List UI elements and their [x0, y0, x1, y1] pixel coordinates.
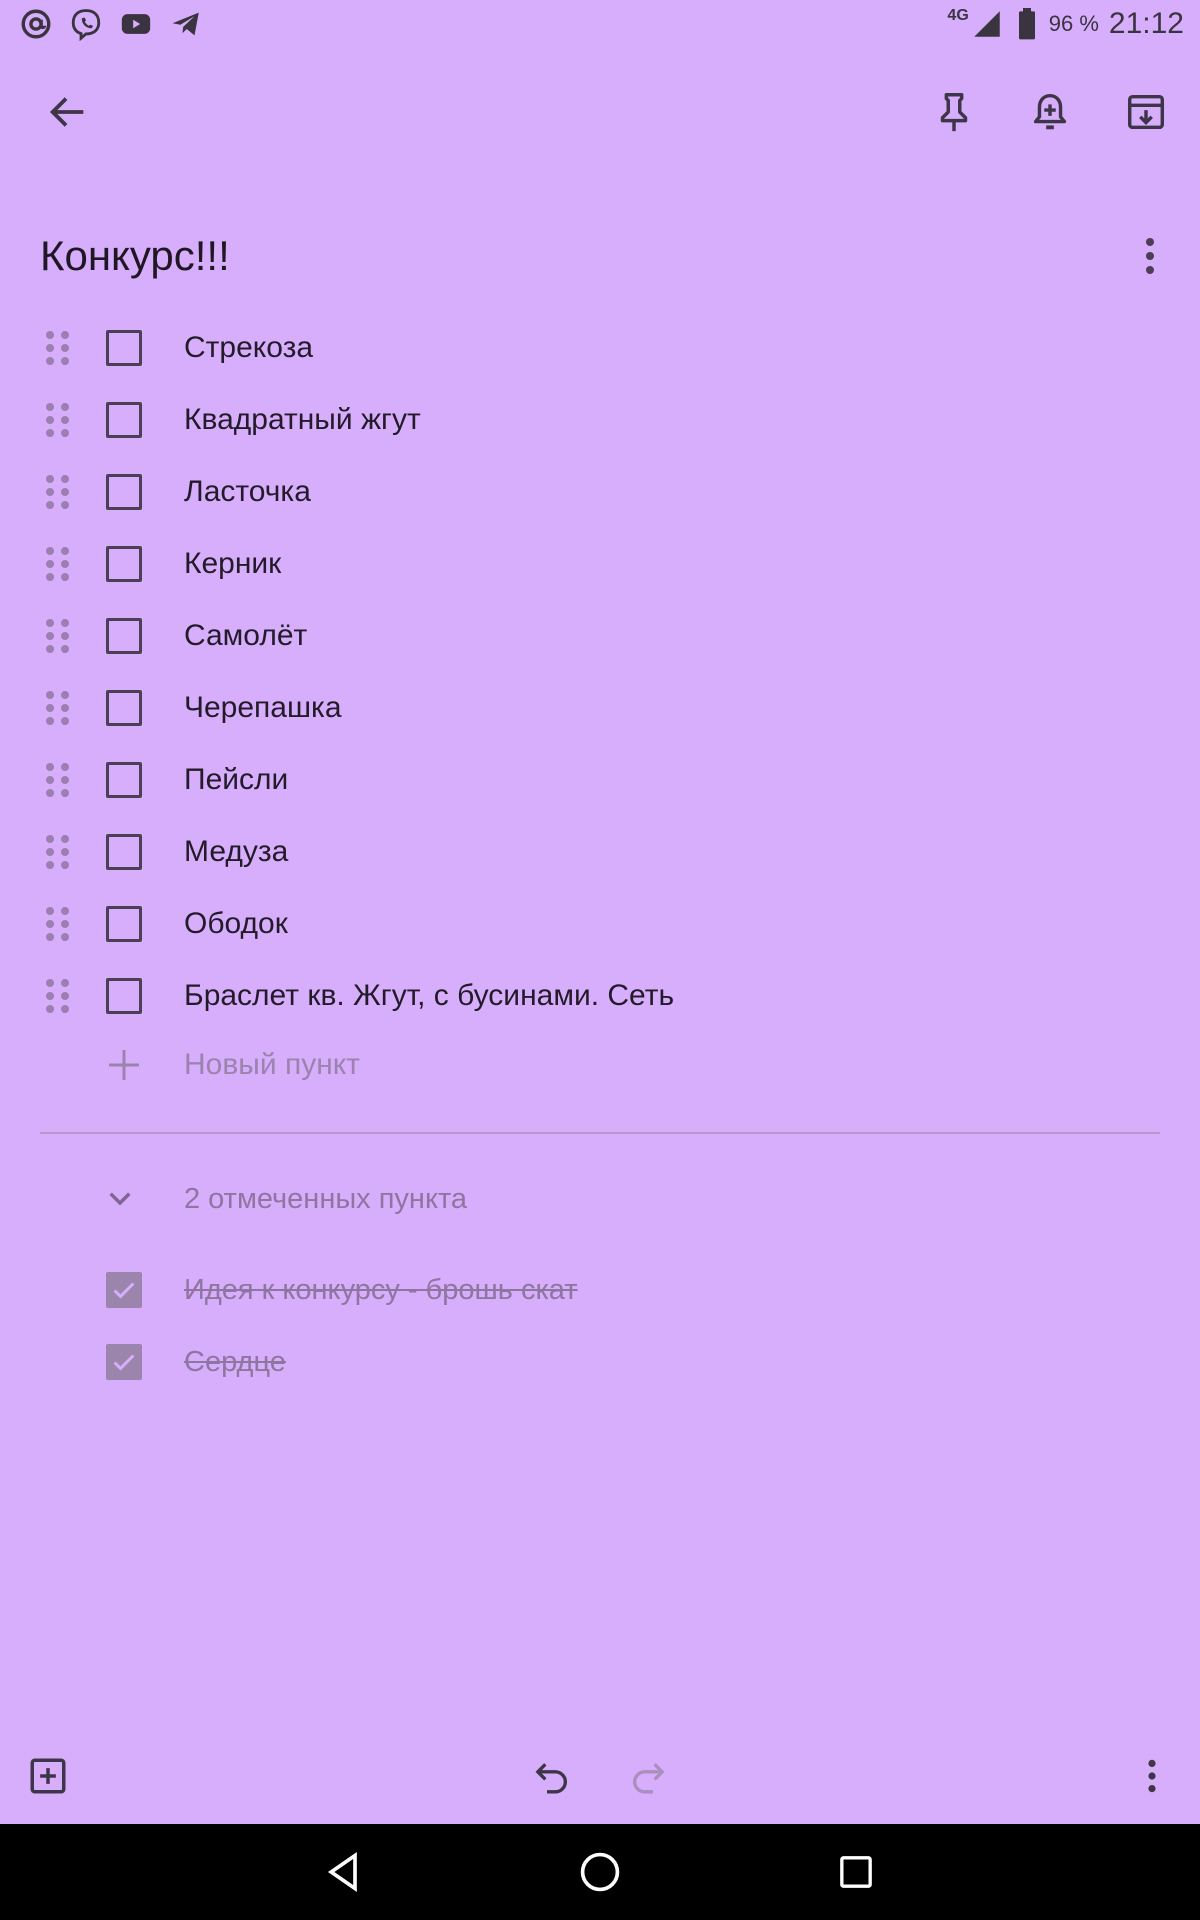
- arrow-left-icon: [49, 97, 84, 127]
- drag-handle-icon[interactable]: [46, 546, 70, 582]
- more-vert-icon: [1146, 238, 1154, 274]
- youtube-icon: [118, 6, 154, 42]
- checkbox-checked[interactable]: [106, 1344, 142, 1380]
- signal-icon: [969, 6, 1005, 42]
- list-item-label[interactable]: Ласточка: [184, 475, 311, 509]
- checked-list-item[interactable]: Сердце: [0, 1326, 1200, 1398]
- list-item-label[interactable]: Браслет кв. Жгут, с бусинами. Сеть: [184, 979, 674, 1013]
- archive-button[interactable]: [1118, 84, 1174, 140]
- back-button[interactable]: [40, 84, 96, 140]
- checkbox-checked[interactable]: [106, 1272, 142, 1308]
- checkbox[interactable]: [106, 330, 142, 366]
- list-item-label[interactable]: Ободок: [184, 907, 288, 941]
- list-item-label[interactable]: Керник: [184, 547, 281, 581]
- network-type: 4G: [947, 7, 969, 24]
- checkbox[interactable]: [106, 762, 142, 798]
- redo-icon: [633, 1763, 665, 1794]
- add-content-button[interactable]: [20, 1748, 76, 1804]
- drag-handle-icon[interactable]: [46, 690, 70, 726]
- list-item[interactable]: Квадратный жгут: [0, 384, 1200, 456]
- list-item-label[interactable]: Черепашка: [184, 691, 342, 725]
- nav-home-icon: [580, 1852, 620, 1892]
- checkbox[interactable]: [106, 978, 142, 1014]
- checked-item-label[interactable]: Идея к конкурсу - брошь скат: [184, 1274, 578, 1307]
- checked-item-label[interactable]: Сердце: [184, 1346, 286, 1379]
- list-item-label[interactable]: Самолёт: [184, 619, 307, 653]
- telegram-icon: [168, 6, 204, 42]
- checkbox[interactable]: [106, 618, 142, 654]
- new-item-input[interactable]: Новый пункт: [184, 1048, 360, 1082]
- list-item[interactable]: Ободок: [0, 888, 1200, 960]
- check-icon: [113, 1354, 135, 1371]
- nav-recents-icon: [840, 1856, 872, 1888]
- list-item-label[interactable]: Пейсли: [184, 763, 288, 797]
- list-item-label[interactable]: Стрекоза: [184, 331, 313, 365]
- clock: 21:12: [1108, 7, 1184, 40]
- add-box-icon: [30, 1758, 66, 1794]
- reminder-button[interactable]: [1022, 84, 1078, 140]
- undo-icon: [535, 1763, 567, 1794]
- list-item[interactable]: Ласточка: [0, 456, 1200, 528]
- nav-back-button[interactable]: [314, 1842, 374, 1902]
- status-bar: 4G 96 % 21:12: [0, 0, 1200, 48]
- list-item-label[interactable]: Медуза: [184, 835, 288, 869]
- bottom-more-button[interactable]: [1124, 1748, 1180, 1804]
- title-row: Конкурс!!!: [40, 220, 1170, 292]
- list-item-label[interactable]: Квадратный жгут: [184, 403, 421, 437]
- title-more-button[interactable]: [1130, 228, 1170, 284]
- drag-handle-icon[interactable]: [46, 402, 70, 438]
- nav-back-icon: [327, 1852, 357, 1892]
- drag-handle-icon[interactable]: [46, 906, 70, 942]
- divider: [40, 1132, 1160, 1134]
- checkbox[interactable]: [106, 546, 142, 582]
- list-item[interactable]: Черепашка: [0, 672, 1200, 744]
- at-sign-icon: [18, 6, 54, 42]
- drag-handle-icon[interactable]: [46, 834, 70, 870]
- list-item[interactable]: Самолёт: [0, 600, 1200, 672]
- plus-icon: [109, 1050, 139, 1080]
- checked-list-item[interactable]: Идея к конкурсу - брошь скат: [0, 1254, 1200, 1326]
- add-reminder-icon: [1033, 93, 1067, 130]
- system-status: 4G 96 % 21:12: [947, 6, 1184, 42]
- list-item[interactable]: Медуза: [0, 816, 1200, 888]
- pin-icon: [940, 93, 968, 132]
- list-item[interactable]: Пейсли: [0, 744, 1200, 816]
- list-item[interactable]: Керник: [0, 528, 1200, 600]
- new-item-row[interactable]: Новый пункт: [0, 1032, 1200, 1098]
- undo-button[interactable]: [524, 1748, 580, 1804]
- nav-recents-button[interactable]: [826, 1842, 886, 1902]
- system-nav-bar: [0, 1824, 1200, 1920]
- checkbox[interactable]: [106, 402, 142, 438]
- list-item[interactable]: Стрекоза: [0, 312, 1200, 384]
- checkbox[interactable]: [106, 690, 142, 726]
- checklist: Стрекоза Квадратный жгут Ласточка Керник…: [0, 312, 1200, 1098]
- archive-icon: [1127, 94, 1165, 130]
- more-vert-icon: [1148, 1759, 1156, 1793]
- drag-handle-icon[interactable]: [46, 330, 70, 366]
- checkbox[interactable]: [106, 906, 142, 942]
- chevron-down-icon: [109, 1192, 131, 1206]
- list-item[interactable]: Браслет кв. Жгут, с бусинами. Сеть: [0, 960, 1200, 1032]
- drag-handle-icon[interactable]: [46, 618, 70, 654]
- checked-count-label: 2 отмеченных пункта: [184, 1182, 468, 1215]
- drag-handle-icon[interactable]: [46, 474, 70, 510]
- checkbox[interactable]: [106, 474, 142, 510]
- note-toolbar: [0, 62, 1200, 162]
- drag-handle-icon[interactable]: [46, 762, 70, 798]
- battery-icon: [1015, 6, 1039, 42]
- checked-items-toggle[interactable]: 2 отмеченных пункта: [0, 1166, 1200, 1232]
- notification-icons: [18, 6, 204, 42]
- check-icon: [113, 1282, 135, 1299]
- bottom-action-bar: [0, 1740, 1200, 1812]
- battery-percent: 96 %: [1048, 11, 1099, 36]
- viber-icon: [68, 6, 104, 42]
- drag-handle-icon[interactable]: [46, 978, 70, 1014]
- checkbox[interactable]: [106, 834, 142, 870]
- nav-home-button[interactable]: [570, 1842, 630, 1902]
- checked-list: Идея к конкурсу - брошь скат Сердце: [0, 1254, 1200, 1398]
- redo-button[interactable]: [620, 1748, 676, 1804]
- note-title[interactable]: Конкурс!!!: [40, 232, 230, 280]
- pin-button[interactable]: [926, 84, 982, 140]
